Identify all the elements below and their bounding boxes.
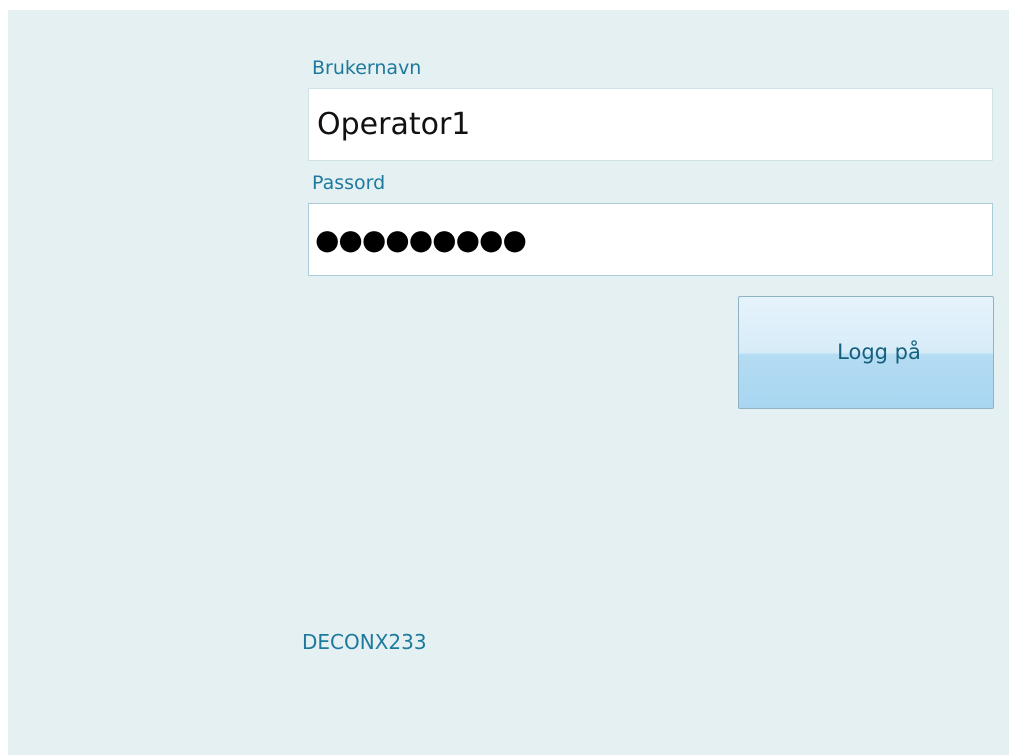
login-screen: Brukernavn Operator1 Passord ●●●●●●●●● L… <box>8 10 1009 755</box>
password-masked-value: ●●●●●●●●● <box>315 223 527 256</box>
login-button-label: Logg på <box>837 340 921 364</box>
username-value: Operator1 <box>317 107 471 142</box>
device-id-label: DECONX233 <box>302 630 427 654</box>
password-field[interactable]: ●●●●●●●●● <box>308 203 993 276</box>
login-button[interactable]: Logg på <box>738 296 994 409</box>
password-label: Passord <box>312 172 386 194</box>
username-label: Brukernavn <box>312 57 422 79</box>
username-field[interactable]: Operator1 <box>308 88 993 161</box>
